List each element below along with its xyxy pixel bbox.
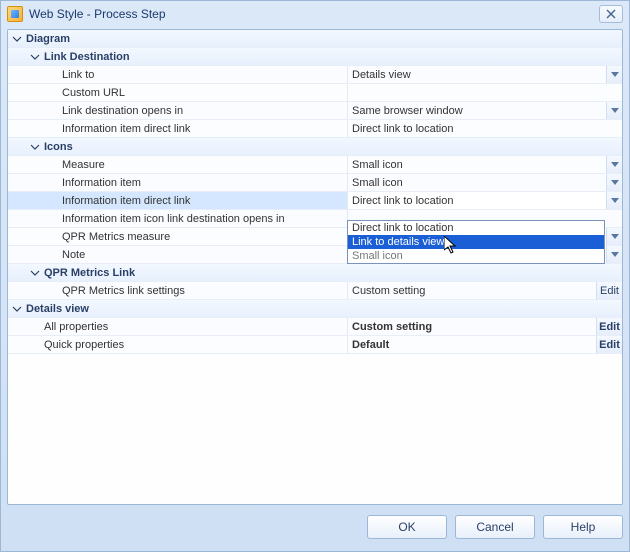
- section-qpr-metrics-link[interactable]: QPR Metrics Link: [8, 264, 622, 282]
- dropdown-arrow-icon[interactable]: [606, 192, 622, 209]
- row-all-properties: All properties Custom setting Edit: [8, 318, 622, 336]
- edit-button[interactable]: Edit: [596, 336, 622, 353]
- section-details-view[interactable]: Details view: [8, 300, 622, 318]
- prop-label: Custom URL: [62, 87, 347, 99]
- section-label: Icons: [44, 141, 622, 153]
- row-information-item: Information item Small icon: [8, 174, 622, 192]
- edit-button[interactable]: Edit: [596, 318, 622, 335]
- prop-label: Note: [62, 249, 347, 261]
- prop-value[interactable]: Custom setting: [348, 285, 596, 297]
- button-bar: OK Cancel Help: [7, 511, 623, 543]
- dialog-window: Web Style - Process Step Diagram Link De…: [0, 0, 630, 552]
- section-label: Link Destination: [44, 51, 622, 63]
- chevron-down-icon[interactable]: [29, 141, 41, 153]
- window-title: Web Style - Process Step: [29, 7, 166, 21]
- prop-label: All properties: [44, 321, 347, 333]
- row-info-direct-link: Information item direct link Direct link…: [8, 120, 622, 138]
- row-opens-in: Link destination opens in Same browser w…: [8, 102, 622, 120]
- prop-label: Information item: [62, 177, 347, 189]
- help-button[interactable]: Help: [543, 515, 623, 539]
- prop-label: Measure: [62, 159, 347, 171]
- app-icon: [7, 6, 23, 22]
- prop-value[interactable]: Custom setting: [348, 321, 596, 333]
- dropdown-arrow-icon[interactable]: [606, 66, 622, 83]
- chevron-down-icon[interactable]: [29, 51, 41, 63]
- row-custom-url: Custom URL: [8, 84, 622, 102]
- title-bar: Web Style - Process Step: [1, 1, 629, 27]
- dropdown-arrow-icon[interactable]: [606, 228, 622, 245]
- prop-value[interactable]: Direct link to location: [348, 195, 606, 207]
- dropdown-arrow-icon[interactable]: [606, 102, 622, 119]
- prop-label: Information item direct link: [62, 123, 347, 135]
- prop-label: Information item icon link destination o…: [62, 213, 347, 225]
- property-grid: Diagram Link Destination Link to Details…: [7, 29, 623, 505]
- prop-label: Link to: [62, 69, 347, 81]
- row-qpr-link-settings: QPR Metrics link settings Custom setting…: [8, 282, 622, 300]
- row-link-to: Link to Details view: [8, 66, 622, 84]
- section-label: Details view: [26, 303, 622, 315]
- row-measure: Measure Small icon: [8, 156, 622, 174]
- prop-value[interactable]: Small icon: [348, 159, 606, 171]
- prop-label: Link destination opens in: [62, 105, 347, 117]
- ok-button[interactable]: OK: [367, 515, 447, 539]
- row-quick-properties: Quick properties Default Edit: [8, 336, 622, 354]
- dropdown-arrow-icon[interactable]: [606, 156, 622, 173]
- prop-value[interactable]: Direct link to location: [348, 123, 622, 135]
- chevron-down-icon[interactable]: [11, 303, 23, 315]
- prop-value[interactable]: Small icon: [348, 177, 606, 189]
- dropdown-list[interactable]: Direct link to location Link to details …: [347, 220, 605, 264]
- close-button[interactable]: [599, 5, 623, 23]
- dropdown-option-selected[interactable]: Link to details view: [348, 235, 604, 249]
- prop-label: QPR Metrics link settings: [62, 285, 347, 297]
- prop-label: QPR Metrics measure: [62, 231, 347, 243]
- dropdown-covered-text: Small icon: [348, 249, 604, 263]
- section-label: QPR Metrics Link: [44, 267, 622, 279]
- section-label: Diagram: [26, 33, 622, 45]
- edit-button[interactable]: Edit: [596, 282, 622, 299]
- dropdown-option[interactable]: Direct link to location: [348, 221, 604, 235]
- prop-value[interactable]: Default: [348, 339, 596, 351]
- section-link-destination[interactable]: Link Destination: [8, 48, 622, 66]
- dropdown-arrow-icon[interactable]: [606, 174, 622, 191]
- chevron-down-icon[interactable]: [29, 267, 41, 279]
- prop-label: Information item direct link: [62, 195, 347, 207]
- section-icons[interactable]: Icons: [8, 138, 622, 156]
- dropdown-arrow-icon[interactable]: [606, 246, 622, 263]
- cancel-button[interactable]: Cancel: [455, 515, 535, 539]
- chevron-down-icon[interactable]: [11, 33, 23, 45]
- prop-label: Quick properties: [44, 339, 347, 351]
- row-info-item-direct-link: Information item direct link Direct link…: [8, 192, 622, 210]
- prop-value[interactable]: Details view: [348, 69, 606, 81]
- section-diagram[interactable]: Diagram: [8, 30, 622, 48]
- prop-value[interactable]: Same browser window: [348, 105, 606, 117]
